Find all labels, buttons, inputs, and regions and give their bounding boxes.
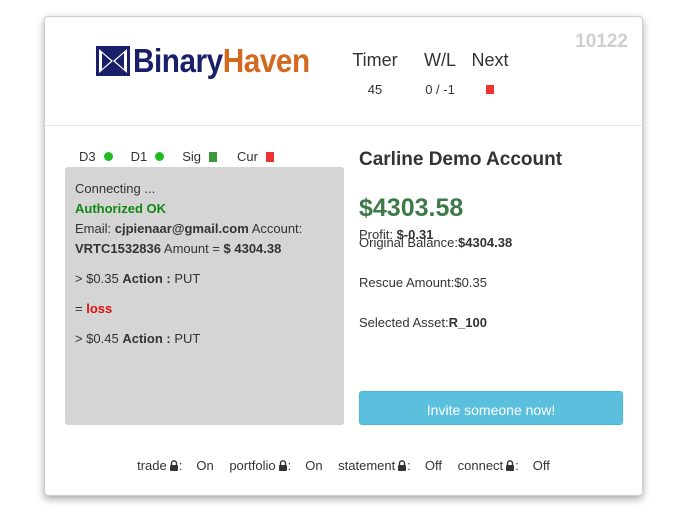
- log-amount-label: Amount =: [161, 241, 224, 256]
- logo-text-haven: Haven: [222, 42, 310, 79]
- status-sig-square: [209, 151, 218, 162]
- log-entry-action-label: Action :: [122, 271, 171, 286]
- log-entry-prefix: > $0.45: [75, 331, 123, 346]
- permission-statement-label: statement: [338, 458, 396, 473]
- log-entry-action: PUT: [170, 331, 201, 346]
- rescue-amount-value: $0.35: [454, 275, 487, 290]
- lock-icon: [169, 460, 178, 471]
- log-connecting: Connecting ...: [75, 181, 156, 196]
- log-account-line: Email: cjpienaar@gmail.com Account:: [75, 219, 334, 239]
- log-entry-action: PUT: [170, 271, 201, 286]
- rescue-amount-label: Rescue Amount:: [359, 275, 455, 290]
- permission-trade: trade: On: [137, 458, 214, 473]
- selected-asset-value: R_100: [448, 315, 487, 330]
- panel-header: BinaryHaven Timer 45 W/L 0 / -1 Next 101…: [45, 17, 642, 126]
- log-email-label: Email:: [75, 221, 115, 236]
- wl-value: 0 / -1: [425, 82, 455, 97]
- rescue-amount-row: Rescue Amount:$0.35: [359, 275, 487, 290]
- session-id: 10122: [575, 31, 628, 52]
- next-column: Next: [469, 50, 511, 97]
- status-d3-label: D3: [79, 149, 96, 164]
- log-amount-line: VRTC1532836 Amount = $ 4304.38: [75, 239, 334, 259]
- permissions-row: trade: On portfolio: On statement: Off conn…: [45, 458, 642, 473]
- account-panel: Carline Demo Account $4303.58 Profit: $-…: [359, 149, 629, 330]
- original-balance-row: Original Balance:$4304.38: [359, 235, 512, 250]
- status-cur-label: Cur: [237, 149, 258, 164]
- next-indicator: [486, 85, 494, 94]
- log-entry-result-prefix: =: [75, 301, 87, 316]
- status-d1-dot: [155, 152, 165, 161]
- binaryhaven-logo: BinaryHaven: [96, 44, 329, 78]
- permission-trade-value: On: [196, 458, 214, 473]
- activity-log: Connecting ... Authorized OK Email: cjpi…: [65, 167, 344, 425]
- log-entry: > $0.45 Action : PUT: [75, 329, 334, 349]
- account-title: Carline Demo Account: [359, 149, 563, 170]
- invite-button[interactable]: Invite someone now!: [359, 391, 623, 425]
- lock-icon: [398, 460, 407, 471]
- log-entry: > $0.35 Action : PUT: [75, 269, 334, 289]
- permission-connect: connect: Off: [457, 458, 550, 473]
- logo-text: BinaryHaven: [133, 44, 310, 78]
- wl-column: W/L 0 / -1: [418, 50, 462, 97]
- permission-statement-value: Off: [424, 458, 442, 473]
- log-entry-result: loss: [86, 301, 113, 316]
- permission-portfolio-label: portfolio: [229, 458, 276, 473]
- original-balance-label: Original Balance:: [359, 235, 458, 250]
- permission-trade-label: trade: [137, 458, 167, 473]
- permission-connect-value: Off: [532, 458, 550, 473]
- permission-connect-label: connect: [457, 458, 504, 473]
- status-sig-label: Sig: [182, 149, 202, 164]
- selected-asset-label: Selected Asset:: [359, 315, 449, 330]
- timer-value: 45: [367, 82, 383, 97]
- permission-statement: statement: Off: [338, 458, 442, 473]
- log-entry-action-label: Action :: [122, 331, 171, 346]
- wl-label: W/L: [423, 50, 456, 70]
- status-d1-label: D1: [130, 149, 148, 164]
- next-label: Next: [471, 50, 509, 70]
- log-amount: $ 4304.38: [223, 241, 282, 256]
- log-email: cjpienaar@gmail.com: [114, 221, 249, 236]
- log-account-label: Account:: [248, 221, 303, 236]
- logo-mark-icon: [96, 46, 130, 76]
- next-indicator-wrap: [469, 82, 511, 97]
- original-balance-value: $4304.38: [458, 235, 513, 250]
- timer-column: Timer 45: [347, 50, 403, 97]
- permission-portfolio: portfolio: On: [229, 458, 323, 473]
- status-indicators: D3 D1 Sig Cur: [79, 149, 274, 164]
- status-d3-dot: [103, 152, 113, 161]
- timer-label: Timer: [352, 50, 398, 70]
- logo-text-binary: Binary: [133, 42, 223, 79]
- log-account-id: VRTC1532836: [75, 241, 161, 256]
- lock-icon: [278, 460, 287, 471]
- log-entry: = loss: [75, 299, 334, 319]
- log-authorized: Authorized OK: [75, 201, 166, 216]
- bot-panel: BinaryHaven Timer 45 W/L 0 / -1 Next 101…: [44, 16, 643, 496]
- permission-portfolio-value: On: [305, 458, 323, 473]
- log-entry-prefix: > $0.35: [75, 271, 123, 286]
- selected-asset-row: Selected Asset:R_100: [359, 315, 487, 330]
- lock-icon: [506, 460, 515, 471]
- status-cur-square: [266, 151, 274, 162]
- account-balance: $4303.58: [359, 194, 464, 222]
